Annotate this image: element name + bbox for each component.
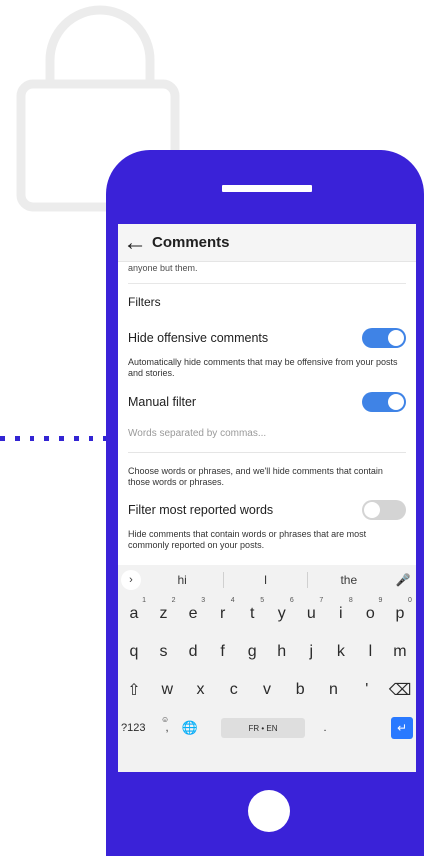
key[interactable]: s [151,643,177,661]
space-key[interactable]: FR • EN [221,718,305,738]
key-row-1: a1 z2 e3 r4 t5 y6 u7 i8 o9 p0 [118,595,416,633]
clipped-description: anyone but them. [128,263,198,273]
key[interactable]: ' [354,681,380,699]
key[interactable]: z2 [151,597,177,623]
key[interactable]: l [357,643,383,661]
key[interactable]: n [321,681,347,699]
setting-manual-filter: Manual filter [128,392,406,412]
on-screen-keyboard: › hi I the 🎤 a1 z2 e3 r4 t5 y6 u7 i8 o9 … [118,565,416,772]
setting-note: Choose words or phrases, and we'll hide … [128,466,383,487]
key[interactable]: h [269,643,295,661]
suggestion-bar: › hi I the 🎤 [118,565,416,595]
comma-key[interactable]: ☺ , [155,715,179,734]
setting-label: Manual filter [128,395,197,409]
key[interactable]: m [387,643,413,661]
key[interactable]: j [298,643,324,661]
suggestion[interactable]: I [224,573,306,587]
key[interactable]: f [210,643,236,661]
microphone-icon[interactable]: 🎤 [390,573,416,587]
backspace-icon[interactable]: ⌫ [387,680,413,700]
shift-icon[interactable]: ⇧ [121,680,147,700]
key-row-3: ⇧ w x c v b n ' ⌫ [118,671,416,709]
chevron-right-icon[interactable]: › [121,570,141,590]
setting-label: Filter most reported words [128,503,274,517]
key[interactable]: u7 [298,597,324,623]
manual-filter-toggle[interactable] [362,392,406,412]
key[interactable]: y6 [269,597,295,623]
key[interactable]: i8 [328,597,354,623]
key-row-bottom: ?123 ☺ , 🌐 FR • EN . ↵ [118,709,416,747]
key[interactable]: d [180,643,206,661]
key[interactable]: g [239,643,265,661]
setting-label: Hide offensive comments [128,331,269,345]
key[interactable]: v [254,681,280,699]
key[interactable]: w [154,681,180,699]
emoji-icon: ☺ [161,715,170,724]
key[interactable]: c [221,681,247,699]
section-title-filters: Filters [128,295,161,309]
arrow-left-icon[interactable]: ← [118,230,152,255]
symbols-key[interactable]: ?123 [121,722,155,734]
suggestion[interactable]: hi [141,573,223,587]
phone-speaker [222,185,312,192]
key-row-2: q s d f g h j k l m [118,633,416,671]
setting-filter-reported: Filter most reported words [128,500,406,520]
enter-icon[interactable]: ↵ [391,717,413,739]
key[interactable]: e3 [180,597,206,623]
key[interactable]: k [328,643,354,661]
page-title: Comments [152,234,230,251]
home-button[interactable] [248,790,290,832]
key[interactable]: a1 [121,597,147,623]
filter-reported-toggle[interactable] [362,500,406,520]
key[interactable]: b [287,681,313,699]
divider [128,283,406,284]
setting-note: Hide comments that contain words or phra… [128,529,367,550]
setting-hide-offensive: Hide offensive comments [128,328,406,348]
app-header: ← Comments [118,224,416,262]
suggestion[interactable]: the [308,573,390,587]
manual-filter-input[interactable]: Words separated by commas... [128,428,406,453]
hide-offensive-toggle[interactable] [362,328,406,348]
key[interactable]: p0 [387,597,413,623]
key[interactable]: x [188,681,214,699]
key[interactable]: o9 [357,597,383,623]
setting-note: Automatically hide comments that may be … [128,357,398,378]
globe-icon[interactable]: 🌐 [179,720,201,736]
connector-dashed-line [0,436,108,442]
settings-content: anyone but them. Filters Hide offensive … [118,263,416,551]
period-key[interactable]: . [305,722,345,734]
phone-screen: ← Comments anyone but them. Filters Hide… [118,224,416,772]
key[interactable]: t5 [239,597,265,623]
key[interactable]: r4 [210,597,236,623]
key[interactable]: q [121,643,147,661]
